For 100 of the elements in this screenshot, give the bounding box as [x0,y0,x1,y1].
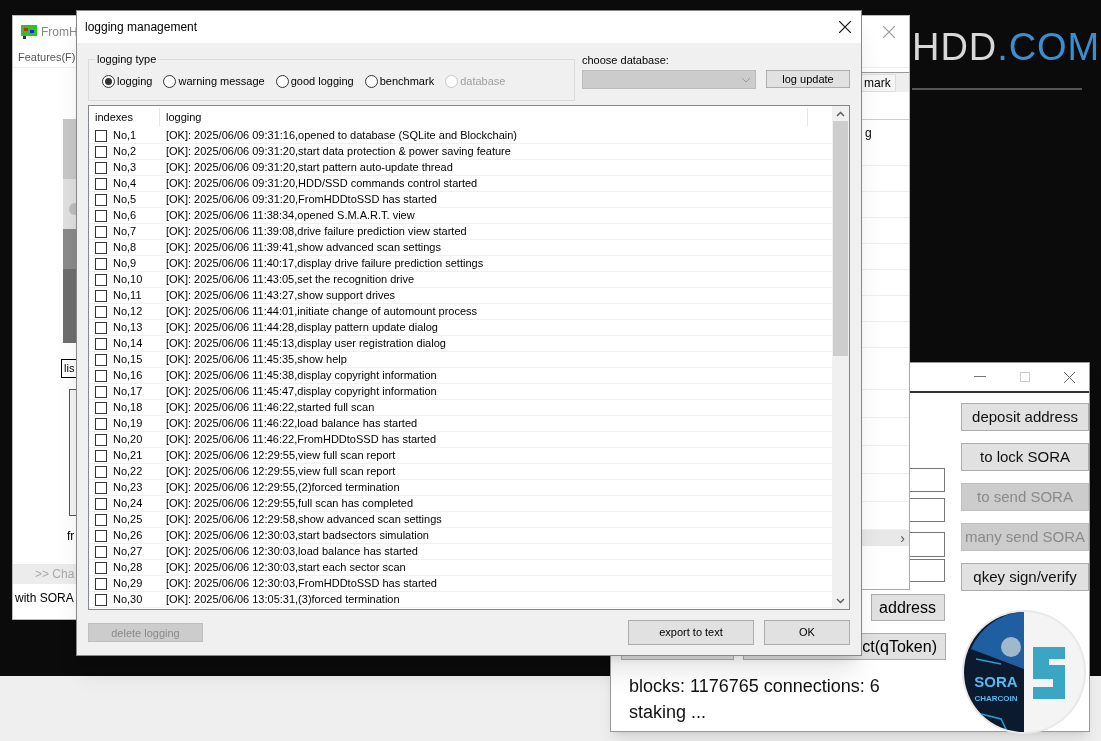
checkbox[interactable] [95,385,107,398]
index-cell-text: No,15 [113,352,143,368]
log-cell-text: [OK]: 2025/06/06 11:38:34,opened S.M.A.R.T. view [165,208,415,224]
label: choose database: [582,53,670,67]
index-cell-text: No,20 [113,432,143,448]
log-cell-text: [OK]: 2025/06/06 11:39:08,drive failure prediction view started [165,224,467,240]
index-cell-text: No,6 [113,208,137,224]
column-header[interactable]: logging [160,108,808,126]
log-cell-text: [OK]: 2025/06/06 11:46:22,started full scan [165,400,375,416]
checkbox[interactable] [95,593,107,606]
index-cell-text: No,29 [113,576,143,592]
column-header[interactable]: indexes [89,108,160,126]
checkbox[interactable] [95,577,107,590]
log-cell-text: [OK]: 2025/06/06 11:43:05,set the recognition drive [165,272,415,288]
index-cell-text: No,1 [113,128,137,144]
log-cell-text: [OK]: 2025/06/06 09:31:16,opened to database (SQLite and Blockchain) [165,128,518,144]
checkbox[interactable] [95,161,107,174]
checkbox[interactable] [95,273,107,286]
address-button[interactable]: address [871,594,945,621]
log-cell-text: [OK]: 2025/06/06 11:39:41,show advanced scan settings [165,240,441,256]
checkbox[interactable] [95,337,107,350]
list-item[interactable]: g [865,124,872,142]
index-cell-text: No,19 [113,416,143,432]
checkbox[interactable] [95,561,107,574]
checkbox[interactable] [95,353,107,366]
wallet-button[interactable]: to lock SORA [961,443,1089,471]
status-text: staking ... [629,701,708,724]
checkbox[interactable] [95,401,107,414]
log-cell-text: [OK]: 2025/06/06 11:46:22,load balance has started [165,416,418,432]
checkbox[interactable] [95,321,107,334]
index-cell-text: No,5 [113,192,137,208]
radio-option[interactable]: good logging [275,74,354,88]
index-cell-text: No,28 [113,560,143,576]
index-cell-text: No,8 [113,240,137,256]
checkbox[interactable] [95,545,107,558]
menu-item[interactable]: Features(F) [18,49,76,66]
checkbox[interactable] [95,257,107,270]
log-cell-text: [OK]: 2025/06/06 09:31:20,FromHDDtoSSD has started [165,192,437,208]
list-item[interactable]: › [862,530,909,546]
checkbox[interactable] [95,241,107,254]
index-cell-text: No,10 [113,272,143,288]
scroll-thumb[interactable] [833,121,848,356]
chevron-down-icon [741,76,751,83]
index-cell-text: No,11 [113,288,142,304]
status-text: blocks: 1176765 connections: 6 [629,675,880,698]
checkbox[interactable] [95,465,107,478]
checkbox[interactable] [95,449,107,462]
checkbox[interactable] [95,529,107,542]
checkbox[interactable] [95,177,107,190]
checkbox[interactable] [95,497,107,510]
log-cell-text: [OK]: 2025/06/06 11:44:01,initiate change of automount process [165,304,478,320]
checkbox[interactable] [95,433,107,446]
checkbox[interactable] [95,193,107,206]
checkbox[interactable] [95,369,107,382]
index-cell-text: No,14 [113,336,143,352]
app-icon [21,25,37,39]
log-cell-text: [OK]: 2025/06/06 13:05:31,(3)forced termination [165,592,400,608]
log-cell-text: [OK]: 2025/06/06 11:46:22,FromHDDtoSSD has started [165,432,437,448]
index-cell-text: No,21 [113,448,143,464]
scroll-down-icon[interactable] [836,598,845,604]
status-text: with SORA [15,590,74,607]
index-cell-text: No,24 [113,496,143,512]
group-label: logging type [95,52,159,66]
checkbox[interactable] [95,225,107,238]
log-cell-text: [OK]: 2025/06/06 11:40:17,display drive failure prediction settings [165,256,484,272]
update-button[interactable]: log update [766,70,850,88]
label: fr [67,528,75,545]
checkbox[interactable] [95,289,107,302]
close-icon[interactable] [839,21,851,33]
radio-option[interactable]: logging [102,74,153,88]
index-cell-text: No,22 [113,464,143,480]
checkbox[interactable] [95,305,107,318]
checkbox[interactable] [95,129,107,142]
index-cell-text: No,26 [113,528,143,544]
ok-button[interactable]: OK [764,620,850,645]
log-cell-text: [OK]: 2025/06/06 09:31:20,HDD/SSD commands control started [165,176,478,192]
brand-text: .COM [997,28,1101,66]
checkbox[interactable] [95,513,107,526]
scrollbar[interactable] [832,106,849,609]
minimize-icon[interactable] [974,376,986,378]
log-cell-text: [OK]: 2025/06/06 12:29:55,(2)forced termination [165,480,400,496]
index-cell-text: No,16 [113,368,143,384]
index-cell-text: No,17 [113,384,143,400]
wallet-button[interactable]: qkey sign/verify [961,563,1089,591]
index-cell-text: No,7 [113,224,137,240]
checkbox[interactable] [95,417,107,430]
index-cell-text: No,18 [113,400,143,416]
checkbox[interactable] [95,145,107,158]
log-cell-text: [OK]: 2025/06/06 11:45:35,show help [165,352,347,368]
log-cell-text: [OK]: 2025/06/06 11:43:27,show support drives [165,288,396,304]
log-cell-text: [OK]: 2025/06/06 12:29:55,view full scan report [165,464,396,480]
radio-option[interactable]: benchmark [364,74,435,88]
log-cell-text: [OK]: 2025/06/06 12:30:03,load balance has started [165,544,418,560]
scroll-up-icon[interactable] [836,111,845,117]
export-button[interactable]: export to text [628,620,754,645]
checkbox[interactable] [95,481,107,494]
radio-option[interactable]: warning message [163,74,265,88]
checkbox[interactable] [95,209,107,222]
log-cell-text: [OK]: 2025/06/06 11:45:13,display user registration dialog [165,336,446,352]
wallet-button[interactable]: deposit address [961,403,1089,431]
